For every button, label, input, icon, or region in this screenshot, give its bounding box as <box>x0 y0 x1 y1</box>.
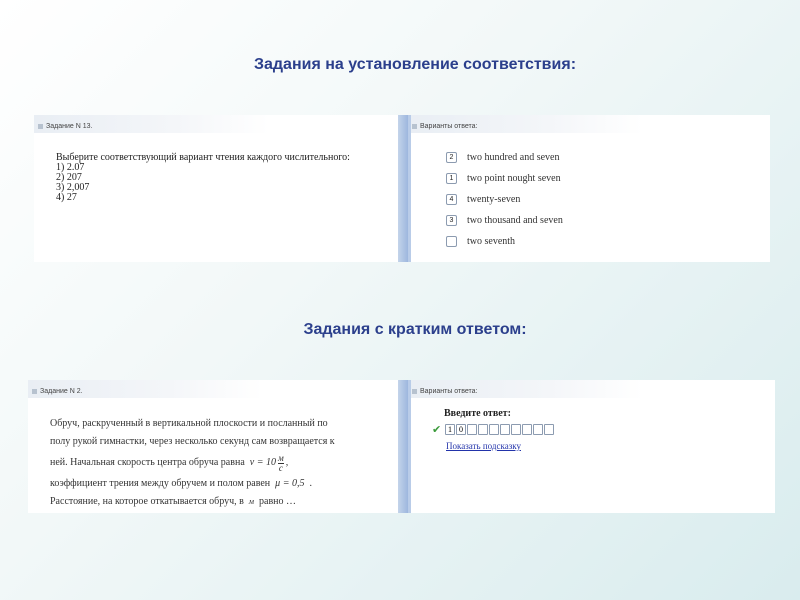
bullet-icon <box>412 388 417 394</box>
task2-line: полу рукой гимнастки, через несколько се… <box>50 436 335 447</box>
check-icon: ✔ <box>432 424 442 436</box>
task2-line-text: коэффициент трения между обручем и полом… <box>50 478 271 489</box>
task2-line: ней. Начальная скорость центра обруча ра… <box>50 451 395 475</box>
bullet-icon <box>38 123 43 129</box>
task1-item: 4) 27 <box>56 192 77 203</box>
answer-cell[interactable] <box>533 424 543 435</box>
option-row[interactable]: 3 two thousand and seven <box>446 210 563 231</box>
option-row[interactable]: 1 two point nought seven <box>446 168 563 189</box>
task1-item: 2) 207 <box>56 172 82 183</box>
answer-input[interactable]: ✔ 1 0 <box>432 423 554 436</box>
task1-header-label: Задание N 13. <box>46 122 93 130</box>
option-row[interactable]: 4 twenty-seven <box>446 189 563 210</box>
answers-header-label: Варианты ответа: <box>420 387 478 395</box>
task2-header: Задание N 2. <box>28 380 263 398</box>
panel-divider <box>398 115 408 262</box>
answer-cell[interactable]: 1 <box>445 424 455 435</box>
task1-question: Выберите соответствующий вариант чтения … <box>56 152 350 163</box>
task2-question-panel: Задание N 2. Обруч, раскрученный в верти… <box>28 380 408 513</box>
task2-line-text: равно … <box>259 496 297 507</box>
answer-cell[interactable] <box>489 424 499 435</box>
answer-cell[interactable] <box>522 424 532 435</box>
formula-denominator: с <box>278 462 283 473</box>
task2-answers-header: Варианты ответа: <box>408 380 643 398</box>
task2-line: Расстояние, на которое откатывается обру… <box>50 493 395 511</box>
unit-m: м <box>248 497 255 506</box>
bullet-icon <box>32 388 37 394</box>
task1-item: 3) 2,007 <box>56 182 90 193</box>
option-label: twenty-seven <box>467 194 521 205</box>
match-box[interactable]: 3 <box>446 215 457 226</box>
answer-cell[interactable]: 0 <box>456 424 466 435</box>
task1-header: Задание N 13. <box>34 115 269 133</box>
answer-cell[interactable] <box>467 424 477 435</box>
answer-cell[interactable] <box>544 424 554 435</box>
heading-matching: Задания на установление соответствия: <box>253 56 577 73</box>
bullet-icon <box>412 123 417 129</box>
match-box[interactable] <box>446 236 457 247</box>
panel-divider <box>398 380 408 513</box>
option-label: two point nought seven <box>467 173 561 184</box>
option-label: two hundred and seven <box>467 152 560 163</box>
panel-edge <box>408 115 411 262</box>
task2-line: Обруч, раскрученный в вертикальной плоск… <box>50 418 328 429</box>
heading-short-answer: Задания с кратким ответом: <box>303 321 527 338</box>
option-row[interactable]: two seventh <box>446 231 563 252</box>
panel-edge <box>408 380 411 513</box>
task2-header-label: Задание N 2. <box>40 387 83 395</box>
task2-line-text: Расстояние, на которое откатывается обру… <box>50 496 244 507</box>
formula-mu: μ = 0,5 <box>275 478 305 489</box>
task1-answers-header: Варианты ответа: <box>408 115 643 133</box>
option-row[interactable]: 2 two hundred and seven <box>446 147 563 168</box>
answer-prompt: Введите ответ: <box>444 408 511 419</box>
answer-cell[interactable] <box>500 424 510 435</box>
task2-line-text: ней. Начальная скорость центра обруча ра… <box>50 457 245 468</box>
answers-header-label: Варианты ответа: <box>420 122 478 130</box>
task1-item: 1) 2.07 <box>56 162 85 173</box>
task2-answers-panel: Варианты ответа: Введите ответ: ✔ 1 0 По… <box>408 380 775 513</box>
answer-cell[interactable] <box>478 424 488 435</box>
velocity-formula: v = 10 м с , <box>249 452 289 473</box>
match-box[interactable]: 1 <box>446 173 457 184</box>
formula-v: v = 10 <box>249 457 276 468</box>
task2-line: коэффициент трения между обручем и полом… <box>50 475 395 493</box>
match-box[interactable]: 2 <box>446 152 457 163</box>
formula-numerator: м <box>277 452 284 464</box>
option-label: two thousand and seven <box>467 215 563 226</box>
option-label: two seventh <box>467 236 516 247</box>
show-hint-link[interactable]: Показать подсказку <box>446 441 521 451</box>
answer-cell[interactable] <box>511 424 521 435</box>
task1-answers-panel: Варианты ответа: 2 two hundred and seven … <box>408 115 770 262</box>
match-box[interactable]: 4 <box>446 194 457 205</box>
task1-question-panel: Задание N 13. Выберите соответствующий в… <box>34 115 408 262</box>
